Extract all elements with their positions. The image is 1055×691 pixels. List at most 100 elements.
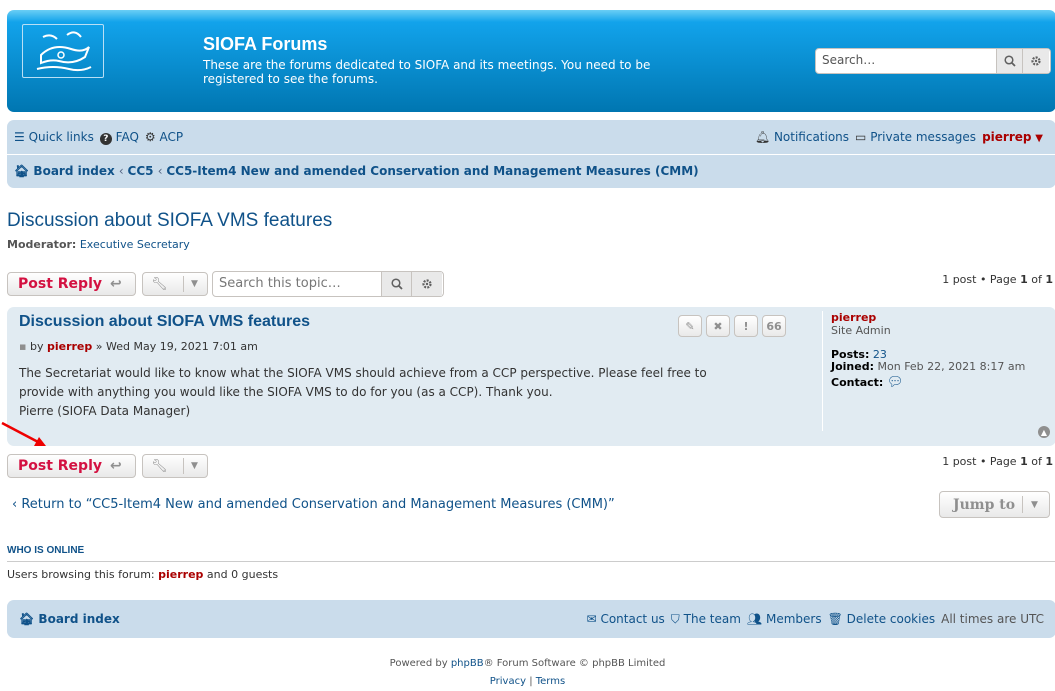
profile-contact: Contact: 💬︎: [831, 375, 1055, 390]
post-content: The Secretariat would like to know what …: [19, 364, 799, 421]
annotation-arrow-icon: [1, 421, 46, 446]
timezone-text: All times are UTC: [941, 612, 1044, 626]
moderator-line: Moderator: Executive Secretary: [7, 238, 190, 251]
pencil-icon: ✎: [685, 319, 695, 333]
topic-tools-button[interactable]: 🔧︎ ▼: [142, 272, 208, 296]
divider: [1022, 496, 1023, 513]
joined-label: Joined:: [831, 360, 874, 373]
post-reply-label: Post Reply: [18, 276, 102, 292]
divider: [183, 276, 184, 292]
post-content-line: Pierre (SIOFA Data Manager): [19, 404, 191, 418]
site-description: These are the forums dedicated to SIOFA …: [203, 58, 651, 86]
powered-prefix: Powered by: [389, 658, 448, 669]
online-user-link[interactable]: pierrep: [158, 568, 203, 581]
page-title[interactable]: Discussion about SIOFA VMS features: [7, 210, 332, 232]
edit-button[interactable]: ✎: [678, 315, 702, 337]
page-current: 1: [1020, 273, 1028, 286]
online-users: Users browsing this forum: pierrep and 0…: [7, 568, 278, 581]
notifications-link[interactable]: 🔔︎ Notifications: [755, 130, 849, 144]
profile-rank: Site Admin: [831, 324, 891, 337]
copyright: Powered by phpBB® Forum Software © phpBB…: [0, 655, 1055, 691]
topic-search-button[interactable]: [381, 272, 412, 296]
post-reply-button-bottom[interactable]: Post Reply ↩: [7, 454, 136, 478]
return-to-forum-link[interactable]: ‹ Return to “CC5-Item4 New and amended C…: [12, 497, 615, 512]
terms-link[interactable]: Terms: [536, 676, 565, 687]
post-reply-button[interactable]: Post Reply ↩: [7, 272, 136, 296]
header-search[interactable]: Search…: [815, 48, 1051, 74]
topic-search[interactable]: Search this topic…: [212, 271, 444, 297]
the-team-label: The team: [683, 612, 741, 626]
members-label: Members: [765, 612, 822, 626]
topic-search-input[interactable]: Search this topic…: [219, 276, 341, 291]
footer-board-index[interactable]: 🏠︎ Board index: [19, 612, 120, 626]
reply-icon: ↩: [110, 458, 122, 474]
quick-links-menu[interactable]: ☰ Quick links: [14, 130, 94, 145]
back-to-top-icon[interactable]: ▲: [1038, 426, 1050, 438]
header-search-input[interactable]: Search…: [822, 53, 875, 67]
acp-label: ACP: [159, 130, 184, 144]
caret-down-icon: ▼: [1035, 133, 1043, 144]
breadcrumb-cc5[interactable]: CC5: [128, 164, 154, 178]
page-total: 1: [1045, 273, 1053, 286]
post-title[interactable]: Discussion about SIOFA VMS features: [19, 313, 310, 331]
who-is-online-heading[interactable]: WHO IS ONLINE: [7, 545, 84, 556]
delete-cookies-link[interactable]: 🗑︎ Delete cookies: [828, 612, 936, 627]
powered-suffix: ® Forum Software © phpBB Limited: [483, 658, 666, 669]
breadcrumb-forum[interactable]: CC5-Item4 New and amended Conservation a…: [166, 164, 698, 178]
menu-icon: ☰: [14, 130, 25, 144]
chat-bubble-icon[interactable]: 💬︎: [887, 375, 904, 390]
page-of: of: [1031, 455, 1042, 468]
siofa-logo[interactable]: [22, 24, 104, 78]
divider: [183, 458, 184, 474]
bell-icon: 🔔︎: [754, 130, 771, 144]
page-total: 1: [1045, 455, 1053, 468]
envelope-icon: ✉: [586, 612, 597, 626]
user-menu[interactable]: pierrep ▼: [982, 130, 1043, 144]
search-button[interactable]: [996, 49, 1023, 73]
acp-link[interactable]: ⚙ ACP: [145, 130, 183, 145]
phpbb-link[interactable]: phpBB: [451, 658, 484, 669]
breadcrumb-board-index[interactable]: Board index: [33, 164, 114, 178]
quote-icon: 66: [766, 319, 782, 333]
pagination-top: 1 post • Page 1 of 1: [942, 273, 1053, 286]
post-buttons: ✎ ✖ ! 66: [678, 315, 786, 337]
post-file-icon[interactable]: ▪: [19, 340, 26, 353]
post-content-line: The Secretariat would like to know what …: [19, 366, 707, 380]
faq-link[interactable]: ? FAQ: [99, 130, 139, 145]
exclamation-icon: !: [743, 319, 749, 333]
online-prefix: Users browsing this forum:: [7, 568, 155, 581]
post-profile: pierrep Site Admin Posts: 23 Joined: Mon…: [822, 311, 1055, 431]
profile-username[interactable]: pierrep: [831, 311, 876, 324]
divider: [7, 561, 1055, 562]
quote-button[interactable]: 66: [762, 315, 786, 337]
topic-advanced-search-button[interactable]: [411, 272, 442, 296]
profile-joined: Joined: Mon Feb 22, 2021 8:17 am: [831, 361, 1031, 373]
pagination-bottom: 1 post • Page 1 of 1: [942, 455, 1053, 468]
gear-icon: [422, 279, 432, 289]
chevron-left-icon: ‹: [12, 497, 18, 512]
caret-down-icon: ▼: [1031, 499, 1038, 510]
by-label: by: [29, 340, 44, 353]
delete-button[interactable]: ✖: [706, 315, 730, 337]
privacy-link[interactable]: Privacy: [490, 676, 526, 687]
report-button[interactable]: !: [734, 315, 758, 337]
private-messages-link[interactable]: ▭ Private messages: [855, 130, 976, 144]
jump-to-label: Jump to: [953, 496, 1016, 513]
members-link[interactable]: 👥︎ Members: [747, 612, 822, 627]
the-team-link[interactable]: ⛉ The team: [671, 612, 741, 627]
trash-icon: 🗑︎: [827, 612, 843, 626]
page-current: 1: [1020, 455, 1028, 468]
post-author-link[interactable]: pierrep: [47, 340, 92, 353]
search-icon: [391, 278, 403, 290]
breadcrumb-separator: ‹: [118, 164, 128, 178]
navbar-top-row: ☰ Quick links ? FAQ ⚙ ACP 🔔︎ Notificatio…: [7, 120, 1055, 155]
site-title[interactable]: SIOFA Forums: [203, 34, 327, 55]
topic-tools-button-bottom[interactable]: 🔧︎ ▼: [142, 454, 208, 478]
contact-us-link[interactable]: ✉ Contact us: [587, 612, 665, 627]
post-reply-label: Post Reply: [18, 458, 102, 474]
advanced-search-button[interactable]: [1022, 49, 1049, 73]
post-content-line: provide with anything you would like the…: [19, 385, 553, 399]
moderator-link[interactable]: Executive Secretary: [80, 238, 190, 251]
page-of: of: [1031, 273, 1042, 286]
jump-to-button[interactable]: Jump to ▼: [939, 491, 1050, 518]
